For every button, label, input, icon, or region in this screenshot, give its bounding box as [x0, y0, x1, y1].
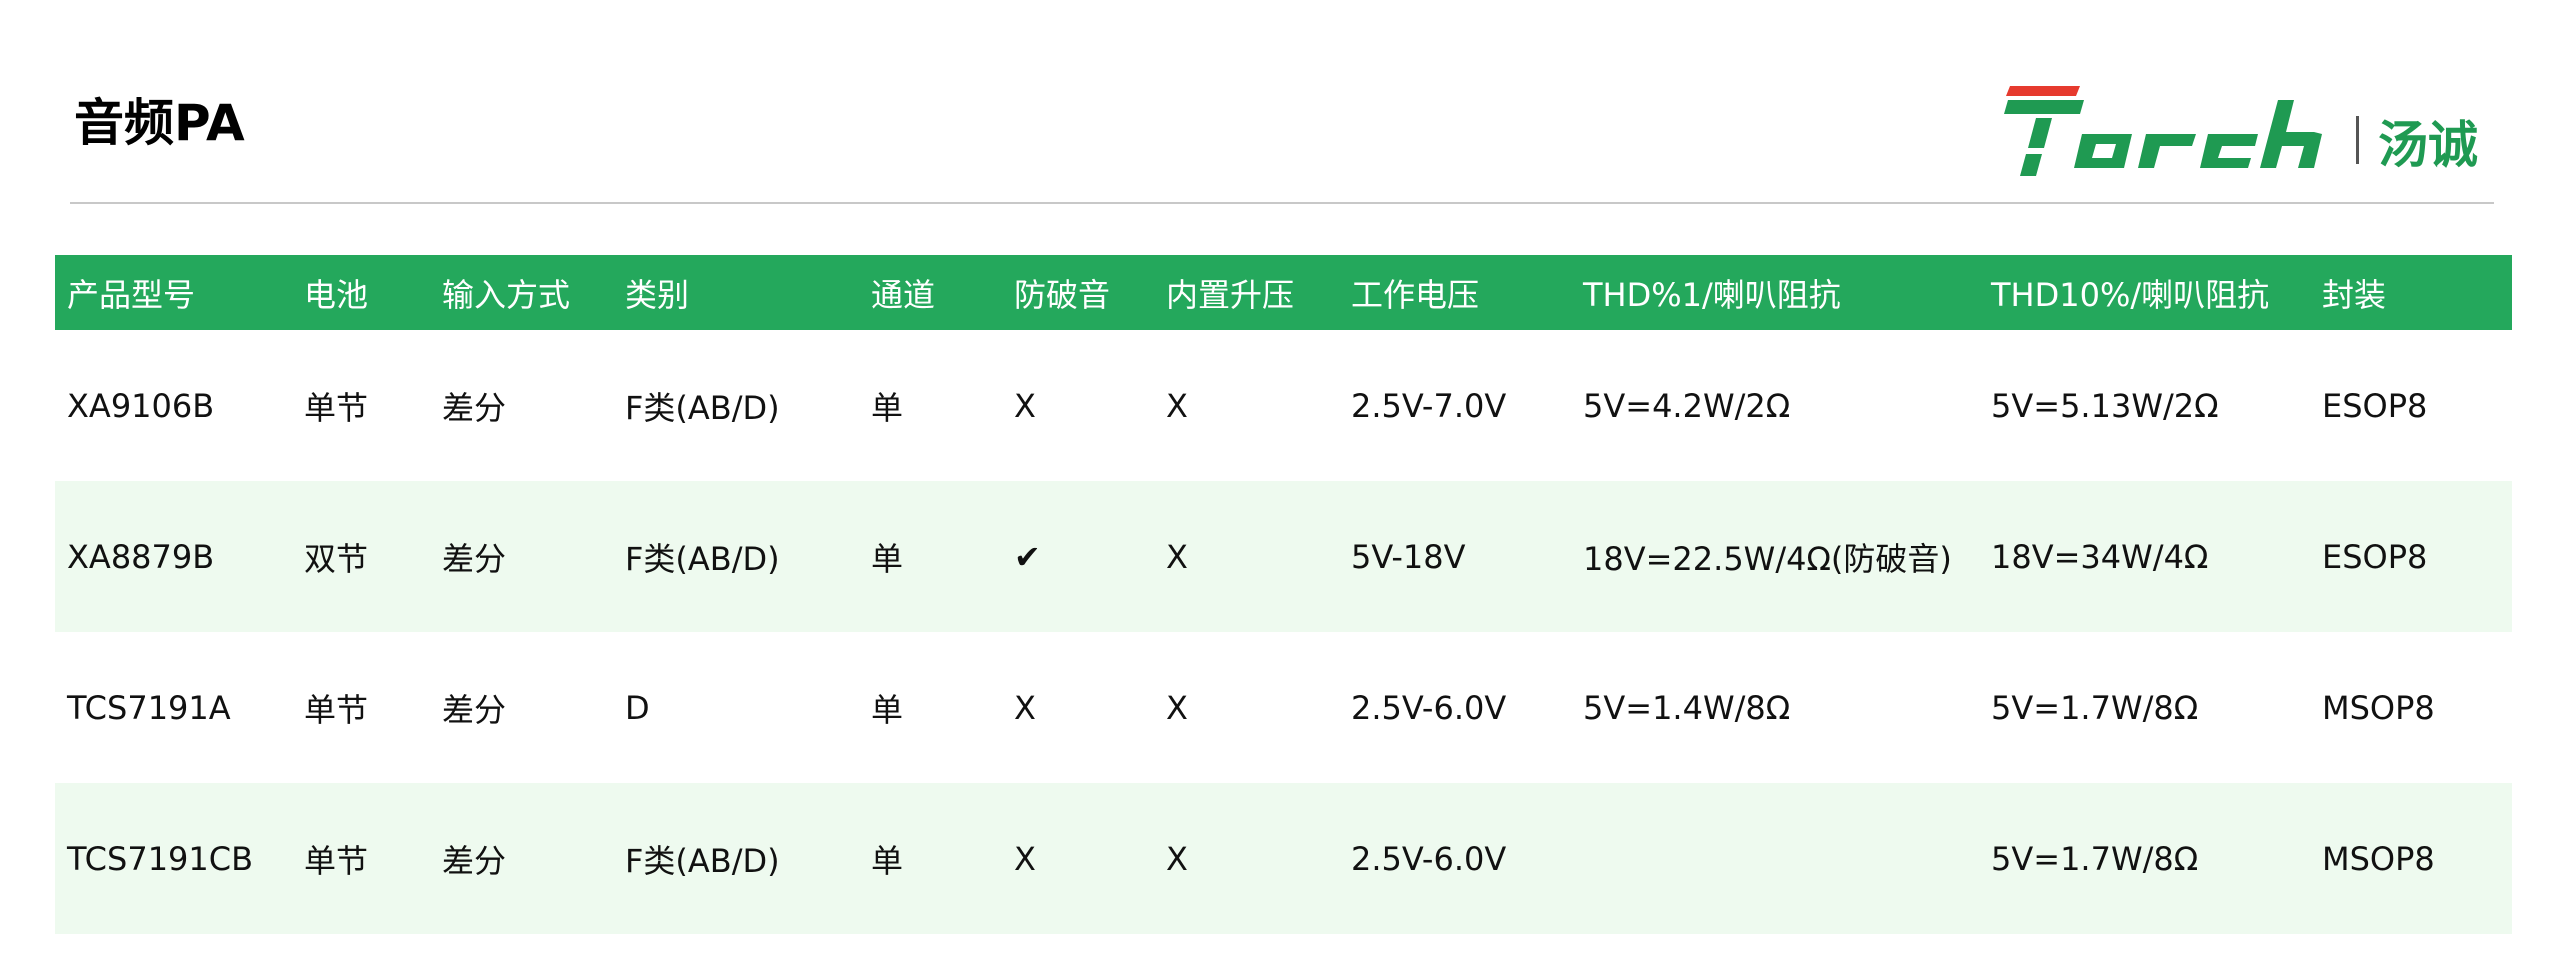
cell-boost: X	[1166, 386, 1188, 425]
torch-logo: 汤诚	[2004, 86, 2478, 176]
cell-model: XA8879B	[55, 481, 292, 632]
cell-battery: 单节	[304, 690, 369, 729]
cell-package: MSOP8	[2310, 783, 2512, 934]
cell-thd1: 5V=4.2W/2Ω	[1583, 386, 1791, 425]
cell-voltage: 2.5V-6.0V	[1339, 783, 1571, 934]
cell-battery: 双节	[292, 481, 430, 632]
cell-thd1: 18V=22.5W/4Ω(防破音)	[1571, 481, 1979, 632]
table-row: XA8879B 双节 差分 F类(AB/D) 单 ✔ X 5V-18V 18V=…	[55, 481, 2512, 632]
column-header: 类别	[613, 255, 859, 330]
cell-class: F类(AB/D)	[625, 388, 780, 427]
table-row: TCS7191A 单节 差分 D 单 X X 2.5V-6.0V 5V=1.4W…	[55, 632, 2512, 783]
svg-text:汤诚: 汤诚	[2378, 116, 2478, 174]
cell-battery: 单节	[292, 783, 430, 934]
cell-package: MSOP8	[2322, 688, 2435, 727]
cell-thd10: 18V=34W/4Ω	[1979, 481, 2310, 632]
cell-thd10: 5V=5.13W/2Ω	[1991, 386, 2219, 425]
cell-battery: 单节	[304, 388, 369, 427]
cell-class: F类(AB/D)	[613, 783, 859, 934]
cell-anti-clip: X	[1002, 783, 1154, 934]
column-header: THD%1/喇叭阻抗	[1571, 255, 1979, 330]
column-header: 工作电压	[1339, 255, 1571, 330]
header-divider	[70, 202, 2494, 204]
cell-class: F类(AB/D)	[613, 481, 859, 632]
column-header: 电池	[292, 255, 430, 330]
table-row: XA9106B 单节 差分 F类(AB/D) 单 X X 2.5V-7.0V 5…	[55, 330, 2512, 481]
cell-model: TCS7191CB	[55, 783, 292, 934]
cell-package: ESOP8	[2322, 386, 2428, 425]
column-header: THD10%/喇叭阻抗	[1979, 255, 2310, 330]
table-row: TCS7191CB 单节 差分 F类(AB/D) 单 X X 2.5V-6.0V…	[55, 783, 2512, 934]
cell-channel: 单	[859, 481, 1002, 632]
column-header: 防破音	[1002, 255, 1154, 330]
cell-voltage: 2.5V-6.0V	[1351, 688, 1507, 727]
cell-boost: X	[1166, 688, 1188, 727]
cell-boost: X	[1154, 481, 1339, 632]
column-header: 内置升压	[1154, 255, 1339, 330]
cell-package: ESOP8	[2310, 481, 2512, 632]
page-title: 音频PA	[74, 94, 245, 152]
cell-anti-clip: ✔	[1002, 481, 1154, 632]
cell-boost: X	[1154, 783, 1339, 934]
column-header: 通道	[859, 255, 1002, 330]
cell-class: D	[625, 688, 650, 727]
cell-channel: 单	[871, 690, 904, 729]
cell-thd10: 5V=1.7W/8Ω	[1991, 688, 2199, 727]
cell-anti-clip: X	[1014, 688, 1036, 727]
column-header: 封装	[2310, 255, 2512, 330]
cell-input: 差分	[442, 690, 507, 729]
cell-model: TCS7191A	[67, 688, 231, 727]
cell-channel: 单	[859, 783, 1002, 934]
cell-anti-clip: X	[1014, 386, 1036, 425]
cell-input: 差分	[430, 783, 613, 934]
column-header: 产品型号	[55, 255, 292, 330]
column-header: 输入方式	[430, 255, 613, 330]
cell-channel: 单	[871, 388, 904, 427]
spec-table: 产品型号 电池 输入方式 类别 通道 防破音 内置升压 工作电压 THD%1/喇…	[55, 255, 2512, 934]
cell-input: 差分	[430, 481, 613, 632]
cell-thd1	[1571, 783, 1979, 934]
table-header-row: 产品型号 电池 输入方式 类别 通道 防破音 内置升压 工作电压 THD%1/喇…	[55, 255, 2512, 330]
cell-voltage: 2.5V-7.0V	[1351, 386, 1507, 425]
cell-model: XA9106B	[67, 386, 215, 425]
cell-thd10: 5V=1.7W/8Ω	[1979, 783, 2310, 934]
cell-thd1: 5V=1.4W/8Ω	[1583, 688, 1791, 727]
cell-input: 差分	[442, 388, 507, 427]
cell-voltage: 5V-18V	[1339, 481, 1571, 632]
